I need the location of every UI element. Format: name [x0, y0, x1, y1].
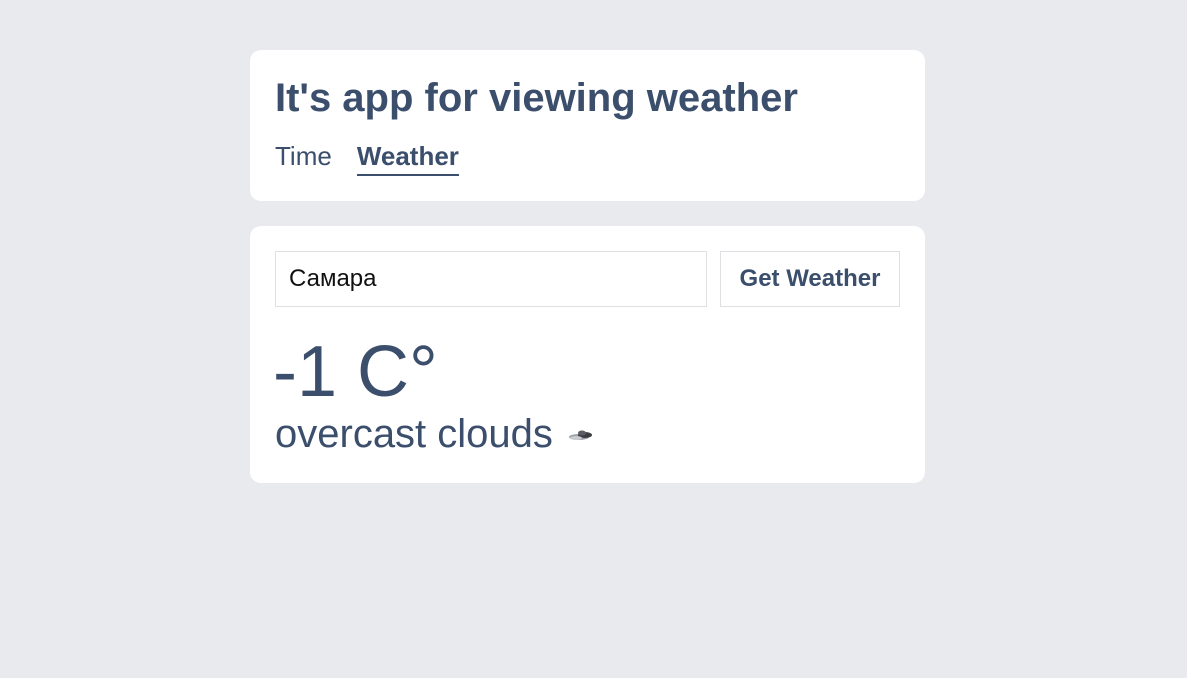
weather-card: Get Weather -1 C° overcast clouds	[250, 226, 925, 483]
header-card: It's app for viewing weather Time Weathe…	[250, 50, 925, 201]
description-row: overcast clouds	[275, 411, 597, 457]
get-weather-button[interactable]: Get Weather	[720, 251, 900, 307]
overcast-clouds-icon	[567, 424, 597, 444]
tab-weather[interactable]: Weather	[356, 140, 459, 176]
tab-time[interactable]: Time	[275, 140, 332, 176]
nav-tabs: Time Weather	[275, 140, 459, 176]
search-row: Get Weather	[275, 251, 900, 307]
temperature: -1 C°	[273, 332, 438, 412]
weather-description: overcast clouds	[275, 412, 553, 456]
city-input[interactable]	[275, 251, 707, 307]
app-title: It's app for viewing weather	[275, 76, 798, 120]
